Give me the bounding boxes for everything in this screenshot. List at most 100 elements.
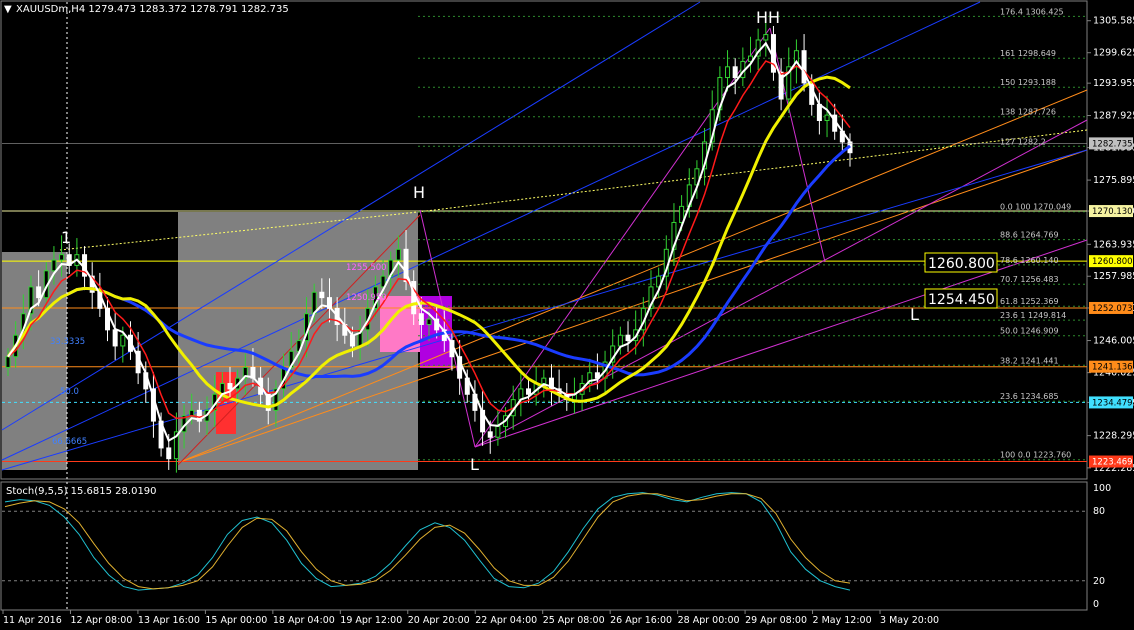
- x-tick-label: 26 Apr 16:00: [610, 615, 672, 626]
- candle-body: [59, 254, 65, 261]
- y-tick-label: 1287.925: [1093, 111, 1134, 122]
- dropdown-triangle-icon[interactable]: ▼: [4, 4, 12, 15]
- chart-tag: 50.0: [60, 387, 79, 397]
- fib-label: 150 1293.188: [1000, 78, 1056, 87]
- candle-body: [166, 447, 172, 460]
- x-tick-label: 25 Apr 08:00: [543, 615, 605, 626]
- stochastic: 100 80 20 0: [2, 483, 1111, 610]
- price-tag: 1260.800: [1092, 257, 1133, 267]
- trend-line: [1, 149, 1088, 471]
- fib-label: 127 1282.2: [1000, 137, 1046, 146]
- candle-body: [617, 334, 623, 347]
- candle-body: [120, 334, 126, 347]
- price-tag: 1241.136: [1092, 363, 1133, 373]
- pattern-label-h: H: [413, 183, 425, 202]
- trend-lines: [1, 1, 1088, 471]
- candle-body: [51, 259, 57, 272]
- x-tick-label: 3 May 20:00: [880, 615, 939, 626]
- x-tick-label: 22 Apr 04:00: [475, 615, 537, 626]
- osc-level-label: 0: [1093, 599, 1099, 610]
- moving-averages: [6, 41, 851, 443]
- fib-label: 161 1298.649: [1000, 49, 1056, 58]
- chart-tag: 66.6665: [52, 437, 87, 447]
- pattern-label-hh: HH: [756, 8, 780, 27]
- y-tick-label: 1246.005: [1093, 336, 1134, 347]
- candle-body: [732, 66, 738, 79]
- chart-tag: 1255.500: [346, 263, 387, 273]
- fib-label: 176.4 1306.425: [1000, 7, 1064, 16]
- x-tick-label: 20 Apr 20:00: [408, 615, 470, 626]
- y-tick-label: 1299.625: [1093, 48, 1134, 59]
- trend-line: [1, 1, 981, 461]
- candle-body: [495, 425, 501, 438]
- x-tick-label: 13 Apr 16:00: [138, 615, 200, 626]
- candle-body: [487, 431, 493, 438]
- fib-label: 50.0 1246.909: [1000, 327, 1059, 336]
- x-axis: 11 Apr 2016 12 Apr 08:00 13 Apr 16:00 15 Ap…: [2, 2, 939, 626]
- fib-label: 0.0 100 1270.049: [1000, 203, 1071, 212]
- candle-body: [824, 114, 830, 121]
- osc-level-label: 20: [1093, 576, 1105, 587]
- price-tag: 1234.479: [1092, 398, 1133, 408]
- x-tick-label: 19 Apr 12:00: [340, 615, 402, 626]
- fib-label: 88.6 1264.769: [1000, 231, 1059, 240]
- fib-levels: 176.4 1306.425 161 1298.649 150 1293.188 13…: [418, 7, 1087, 461]
- stoch-main-line: [4, 492, 851, 591]
- fib-label: 138 1287.726: [1000, 108, 1056, 117]
- price-tag: 1282.735: [1092, 139, 1133, 149]
- ema-white-line: [7, 41, 851, 443]
- price-tag: 1223.469: [1092, 458, 1133, 468]
- y-tick-label: 1257.985: [1093, 271, 1134, 282]
- y-tick-label: 1263.935: [1093, 239, 1134, 250]
- fib-label: 23.6 1 1249.814: [1000, 311, 1066, 320]
- candle-body: [112, 329, 118, 347]
- boxed-label: 1254.450: [928, 292, 995, 308]
- x-tick-label: 15 Apr 00:00: [205, 615, 267, 626]
- candle-body: [319, 291, 325, 299]
- candle-body: [725, 66, 731, 79]
- chart: 176.4 1306.425 161 1298.649 150 1293.188 13…: [0, 0, 1134, 626]
- boxed-label: 1260.800: [928, 256, 995, 272]
- pattern-label-l: L: [470, 455, 479, 474]
- oscillator-title: Stoch(9,5,5) 15.6815 28.0190: [6, 486, 157, 497]
- candle-body: [418, 313, 424, 325]
- candle-body: [625, 334, 631, 342]
- candle-body: [426, 318, 432, 325]
- candle-body: [349, 334, 355, 347]
- osc-level-label: 80: [1093, 506, 1105, 517]
- candle-body: [36, 286, 42, 299]
- chart-title: XAUUSDm,H4 1279.473 1283.372 1278.791 12…: [16, 4, 289, 15]
- y-tick-label: 1275.895: [1093, 175, 1134, 186]
- x-tick-label: 12 Apr 08:00: [70, 615, 132, 626]
- osc-level-label: 100: [1093, 483, 1111, 494]
- candle-body: [801, 50, 807, 84]
- candle-body: [541, 377, 547, 385]
- red-zone: [216, 372, 236, 434]
- x-tick-label: 28 Apr 00:00: [678, 615, 740, 626]
- fib-label: 23.6 1234.685: [1000, 392, 1059, 401]
- x-tick-label: 2 May 12:00: [813, 615, 872, 626]
- fib-label: 38.2 1241.441: [1000, 356, 1059, 365]
- candle-body: [395, 248, 401, 261]
- pattern-label-l2: L: [910, 305, 919, 324]
- price-tag: 1252.073: [1092, 304, 1133, 314]
- y-tick-label: 1293.955: [1093, 78, 1134, 89]
- chart-tag: 33.3335: [50, 337, 85, 347]
- candle-body: [763, 34, 769, 41]
- candle-body: [526, 388, 532, 395]
- x-tick-label: 11 Apr 2016: [3, 615, 62, 626]
- y-tick-label: 1228.295: [1093, 431, 1134, 442]
- x-tick-label: 29 Apr 08:00: [745, 615, 807, 626]
- oscillator-panel: [0, 481, 1088, 611]
- fib-label: 70.7 1256.483: [1000, 275, 1059, 284]
- stoch-signal-line: [4, 493, 851, 590]
- x-tick-label: 18 Apr 04:00: [273, 615, 335, 626]
- fib-label: 100 0.0 1223.760: [1000, 451, 1071, 460]
- candle-body: [5, 356, 11, 368]
- chart-tag: 1250.950: [346, 293, 387, 303]
- fib-label: 78.6 1260.140: [1000, 256, 1059, 265]
- price-tag: 1270.130: [1092, 207, 1133, 217]
- candle-body: [816, 103, 822, 121]
- fib-label: 61.8 1252.369: [1000, 297, 1059, 306]
- candle-body: [227, 383, 233, 390]
